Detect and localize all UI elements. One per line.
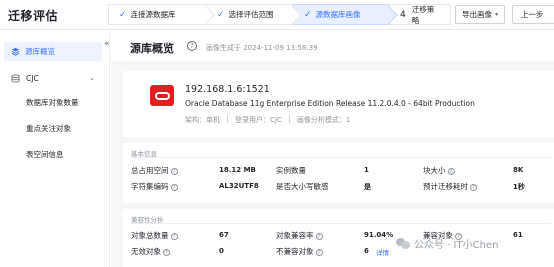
help-icon: ? xyxy=(315,232,323,240)
export-profile-button[interactable]: 导出画像 ▾ xyxy=(455,5,505,24)
db-login-user: 登录用户：CJC xyxy=(235,116,282,124)
sidebar-group-label: CJC xyxy=(26,74,39,83)
case-sensitive-label: 是否大小写敏感 xyxy=(276,182,329,191)
step-select-scope[interactable]: ✓ 选择评估范围 xyxy=(206,4,302,25)
sidebar: « 源库概览 CJC ⌄ 数据库对象数量 重点关注对象 表空间信息 xyxy=(0,31,110,267)
db-host: 192.168.1.6:1521 xyxy=(185,84,270,95)
step-number: 4 xyxy=(400,9,406,20)
export-label: 导出画像 xyxy=(461,10,492,19)
help-icon: ? xyxy=(170,167,178,175)
charset-label: 字符集编码? xyxy=(131,181,178,192)
divider xyxy=(288,115,290,123)
step-source-profile[interactable]: ✓ 源数据库画像 xyxy=(293,4,398,25)
check-icon: ✓ xyxy=(119,9,127,20)
oracle-logo-icon xyxy=(150,85,174,106)
invalid-objects-label: 无效对象? xyxy=(131,246,170,257)
db-arch: 架构：单机 xyxy=(185,116,220,124)
top-bar: 迁移评估 ✓ 连接源数据库 ✓ 选择评估范围 ✓ 源数据库画像 4 迁移策略 导… xyxy=(0,0,554,30)
check-icon: ✓ xyxy=(304,9,312,20)
block-size-value: 8K xyxy=(513,166,524,174)
sidebar-item-label: 源库概览 xyxy=(25,47,55,56)
total-space-value: 18.12 MB xyxy=(219,166,256,174)
total-objects-label: 对象总数量? xyxy=(131,230,178,241)
step-label: 连接源数据库 xyxy=(130,10,176,19)
divider xyxy=(131,157,551,158)
compat-rate-value: 91.04% xyxy=(364,231,394,239)
layers-icon xyxy=(11,47,20,56)
est-time-label: 预计迁移耗时? xyxy=(423,181,477,192)
est-time-value: 1秒 xyxy=(513,183,525,191)
basic-info-section: 基本信息 总占用空间? 18.12 MB 实例数量 1 块大小? 8K 字符集编… xyxy=(123,143,554,203)
help-icon: ? xyxy=(170,232,178,240)
wechat-icon xyxy=(396,237,410,250)
instance-count-label: 实例数量 xyxy=(276,166,306,175)
sidebar-item-key-objects[interactable]: 重点关注对象 xyxy=(26,123,71,134)
db-meta: 架构：单机 登录用户：CJC 画像分析模式：1 xyxy=(185,115,350,125)
collapse-sidebar-icon[interactable]: « xyxy=(104,39,110,49)
sidebar-item-tablespace[interactable]: 表空间信息 xyxy=(26,149,64,160)
chevron-down-icon: ▾ xyxy=(494,11,498,18)
sidebar-group-cjc[interactable]: CJC ⌄ xyxy=(11,74,101,83)
db-version: Oracle Database 11g Enterprise Edition R… xyxy=(185,99,475,108)
page-title: 源库概览 xyxy=(130,42,174,55)
divider xyxy=(131,223,551,224)
main-content: 源库概览 ? 画像生成于 2024-11-09 13:58:39 192.168… xyxy=(111,31,554,267)
generated-time: 画像生成于 2024-11-09 13:58:39 xyxy=(206,44,318,52)
compatible-objects-value: 61 xyxy=(513,231,523,239)
help-icon: ? xyxy=(470,183,477,191)
invalid-objects-value: 0 xyxy=(219,247,224,255)
app-title: 迁移评估 xyxy=(8,9,59,23)
help-icon: ? xyxy=(315,248,323,256)
sidebar-item-object-count[interactable]: 数据库对象数量 xyxy=(26,97,79,108)
help-icon: ? xyxy=(163,248,170,256)
watermark: 公众号 · IT小Chen xyxy=(396,236,498,251)
step-connect-source[interactable]: ✓ 连接源数据库 xyxy=(108,4,215,25)
database-icon xyxy=(11,74,20,83)
details-link[interactable]: 详情 xyxy=(376,247,389,257)
step-label: 选择评估范围 xyxy=(228,10,274,19)
page-header: 源库概览 ? 画像生成于 2024-11-09 13:58:39 xyxy=(111,31,554,61)
incompatible-objects-label: 不兼容对象? xyxy=(276,246,323,257)
total-objects-value: 67 xyxy=(219,231,229,239)
incompatible-objects-value: 6 xyxy=(364,247,369,255)
previous-step-button[interactable]: 上一步 xyxy=(512,5,554,24)
divider xyxy=(227,115,228,123)
watermark-text: 公众号 · IT小Chen xyxy=(414,240,499,251)
total-space-label: 总占用空间? xyxy=(131,165,178,176)
block-size-label: 块大小? xyxy=(423,165,455,176)
step-wizard: ✓ 连接源数据库 ✓ 选择评估范围 ✓ 源数据库画像 4 迁移策略 xyxy=(108,4,451,25)
step-label: 迁移策略 xyxy=(411,4,435,25)
instance-count-value: 1 xyxy=(364,166,369,174)
database-card: 192.168.1.6:1521 Oracle Database 11g Ent… xyxy=(123,71,554,137)
check-icon: ✓ xyxy=(217,9,225,20)
db-analysis-mode: 画像分析模式：1 xyxy=(296,116,351,124)
help-icon: ? xyxy=(447,167,455,175)
case-sensitive-value: 是 xyxy=(364,183,371,191)
sidebar-item-source-overview[interactable]: 源库概览 xyxy=(4,42,102,61)
chevron-down-icon: ⌄ xyxy=(89,74,95,82)
help-icon[interactable]: ? xyxy=(187,41,197,51)
help-icon: ? xyxy=(170,183,178,191)
charset-value: AL32UTF8 xyxy=(219,182,259,190)
step-label: 源数据库画像 xyxy=(315,10,361,19)
compat-rate-label: 对象兼容率? xyxy=(276,230,323,241)
